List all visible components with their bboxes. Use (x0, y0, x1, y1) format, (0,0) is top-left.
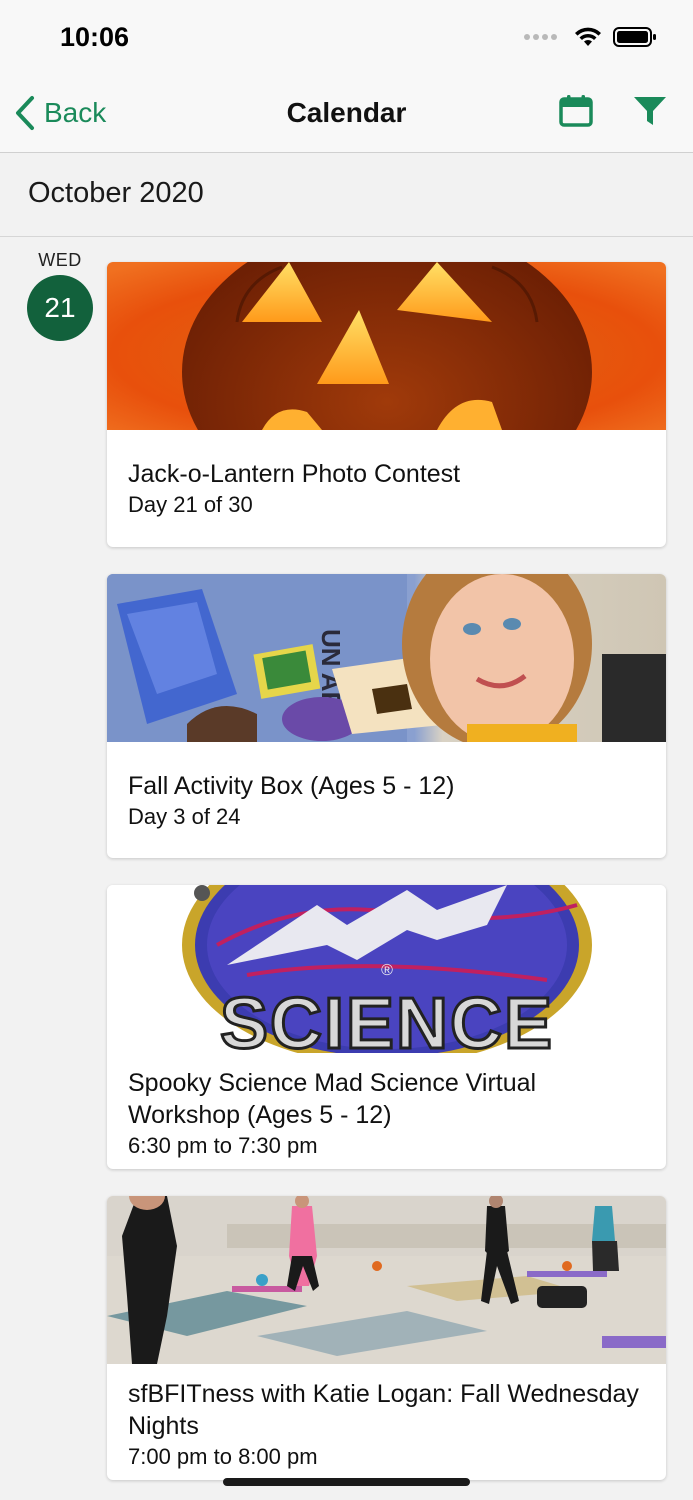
filter-icon (634, 97, 666, 125)
event-subtitle: 7:00 pm to 8:00 pm (128, 1444, 318, 1469)
day-number-badge: 21 (27, 275, 93, 341)
filter-button[interactable] (632, 94, 668, 133)
event-subtitle: 6:30 pm to 7:30 pm (128, 1133, 318, 1158)
signal-icon (524, 34, 557, 40)
battery-icon (613, 27, 656, 47)
mad-science-logo: ® SCIENCE (107, 885, 666, 1053)
event-subtitle: Day 3 of 24 (128, 804, 241, 829)
day-weekday: WED (38, 250, 82, 270)
child-with-activity-box-photo: UN ARM (107, 574, 666, 742)
calendar-icon (559, 95, 593, 127)
calendar-view-button[interactable] (558, 94, 594, 133)
month-header: October 2020 (0, 153, 693, 237)
jack-o-lantern-photo (107, 262, 666, 430)
status-icons (524, 26, 657, 48)
month-label: October 2020 (28, 177, 204, 209)
event-subtitle: Day 21 of 30 (128, 492, 253, 517)
svg-text:®: ® (381, 962, 393, 979)
fitness-class-gym-photo (107, 1196, 666, 1364)
event-card[interactable]: UN ARM Fall Activity Box (Ages 5 - 12) D… (107, 574, 666, 858)
day-indicator: WED 21 (24, 250, 96, 341)
status-bar: 10:06 (0, 0, 693, 78)
navigation-bar: Back Calendar (0, 78, 693, 153)
mad-science-logo-text: SCIENCE (220, 984, 554, 1053)
event-card[interactable]: sfBFITness with Katie Logan: Fall Wednes… (107, 1196, 666, 1480)
event-title: Jack-o-Lantern Photo Contest (128, 460, 461, 488)
wifi-icon (575, 27, 601, 46)
event-title: sfBFITness with Katie Logan: Fall Wednes… (128, 1380, 639, 1440)
status-time: 10:06 (60, 22, 130, 52)
event-card[interactable]: ® SCIENCE Spooky Science Mad Science Vir… (107, 885, 666, 1169)
event-card[interactable]: Jack-o-Lantern Photo Contest Day 21 of 3… (107, 262, 666, 547)
event-title: Fall Activity Box (Ages 5 - 12) (128, 772, 455, 800)
home-indicator (223, 1478, 470, 1486)
event-title: Spooky Science Mad Science Virtual Works… (128, 1069, 537, 1129)
